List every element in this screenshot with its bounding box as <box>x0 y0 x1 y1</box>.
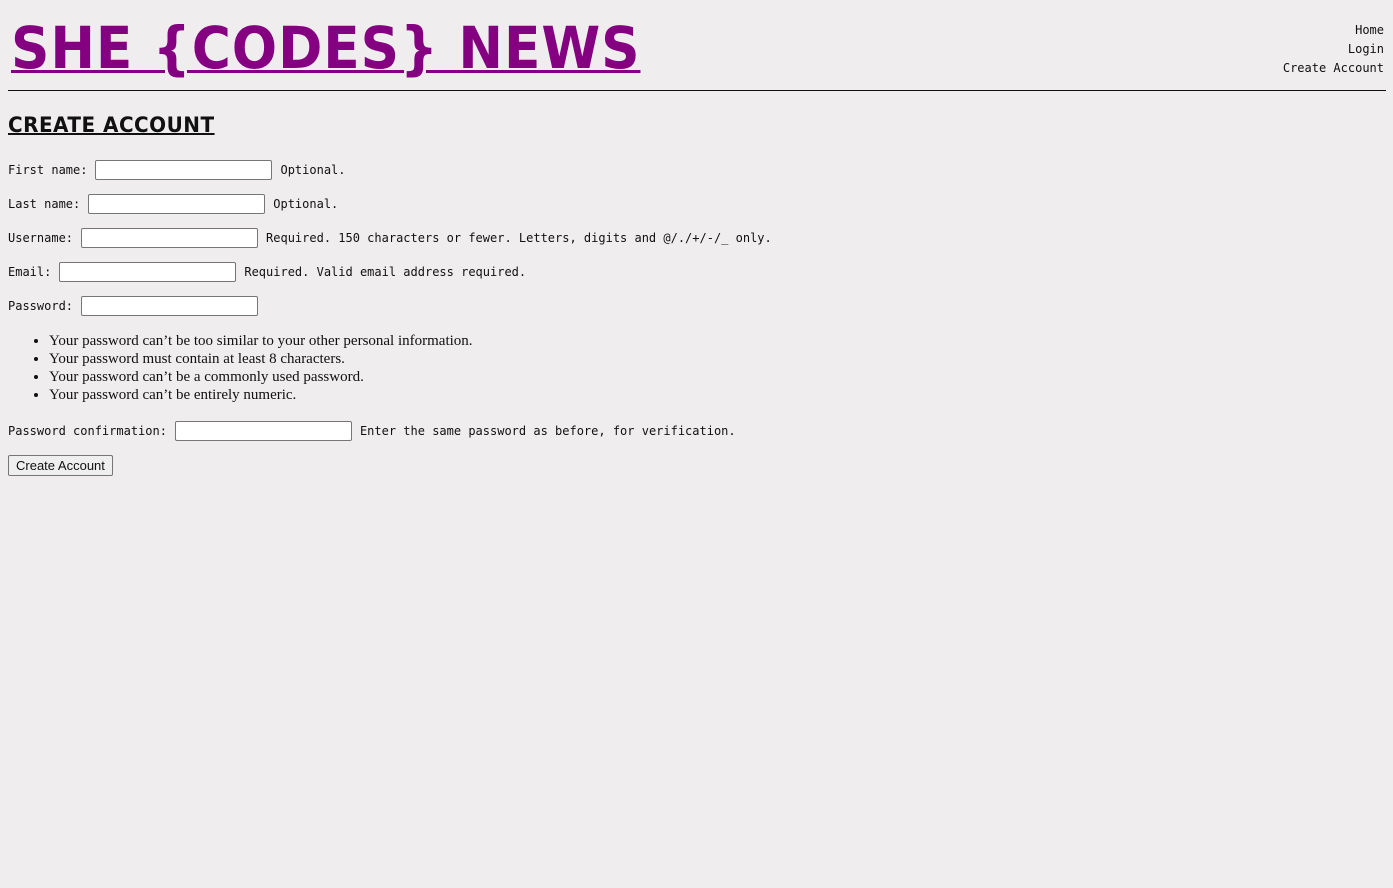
password-label: Password: <box>8 299 74 313</box>
create-account-button[interactable]: Create Account <box>8 455 113 476</box>
site-header: SHE {CODES} NEWS Home Login Create Accou… <box>8 0 1386 91</box>
first-name-help: Optional. <box>280 163 346 177</box>
password-rule-item: Your password can’t be a commonly used p… <box>49 368 473 386</box>
last-name-label: Last name: <box>8 197 81 211</box>
password-rules-list: Your password can’t be too similar to yo… <box>8 332 473 404</box>
first-name-label: First name: <box>8 163 88 177</box>
username-label: Username: <box>8 231 74 245</box>
password-input[interactable] <box>81 296 259 316</box>
email-help: Required. Valid email address required. <box>244 265 527 279</box>
page-title: CREATE ACCOUNT <box>8 113 215 137</box>
password-row: Password: <box>8 296 266 316</box>
first-name-input[interactable] <box>95 160 273 180</box>
main-nav: Home Login Create Account <box>1283 21 1384 78</box>
password-confirmation-help: Enter the same password as before, for v… <box>359 424 736 438</box>
last-name-help: Optional. <box>273 197 339 211</box>
username-help: Required. 150 characters or fewer. Lette… <box>266 231 772 245</box>
password-confirmation-input[interactable] <box>174 421 352 441</box>
password-rule-item: Your password can’t be entirely numeric. <box>49 386 473 404</box>
password-rule-item: Your password must contain at least 8 ch… <box>49 350 473 368</box>
password-confirmation-row: Password confirmation: Enter the same pa… <box>8 421 736 441</box>
nav-create-account-link[interactable]: Create Account <box>1283 59 1384 78</box>
email-label: Email: <box>8 265 52 279</box>
nav-login-link[interactable]: Login <box>1283 40 1384 59</box>
nav-home-link[interactable]: Home <box>1283 21 1384 40</box>
first-name-row: First name: Optional. <box>8 160 346 180</box>
username-row: Username: Required. 150 characters or fe… <box>8 228 772 248</box>
last-name-input[interactable] <box>88 194 266 214</box>
password-confirmation-label: Password confirmation: <box>8 424 167 438</box>
email-input[interactable] <box>59 262 237 282</box>
username-input[interactable] <box>81 228 259 248</box>
email-row: Email: Required. Valid email address req… <box>8 262 526 282</box>
last-name-row: Last name: Optional. <box>8 194 338 214</box>
password-rule-item: Your password can’t be too similar to yo… <box>49 332 473 350</box>
site-logo-link[interactable]: SHE {CODES} NEWS <box>11 12 640 84</box>
